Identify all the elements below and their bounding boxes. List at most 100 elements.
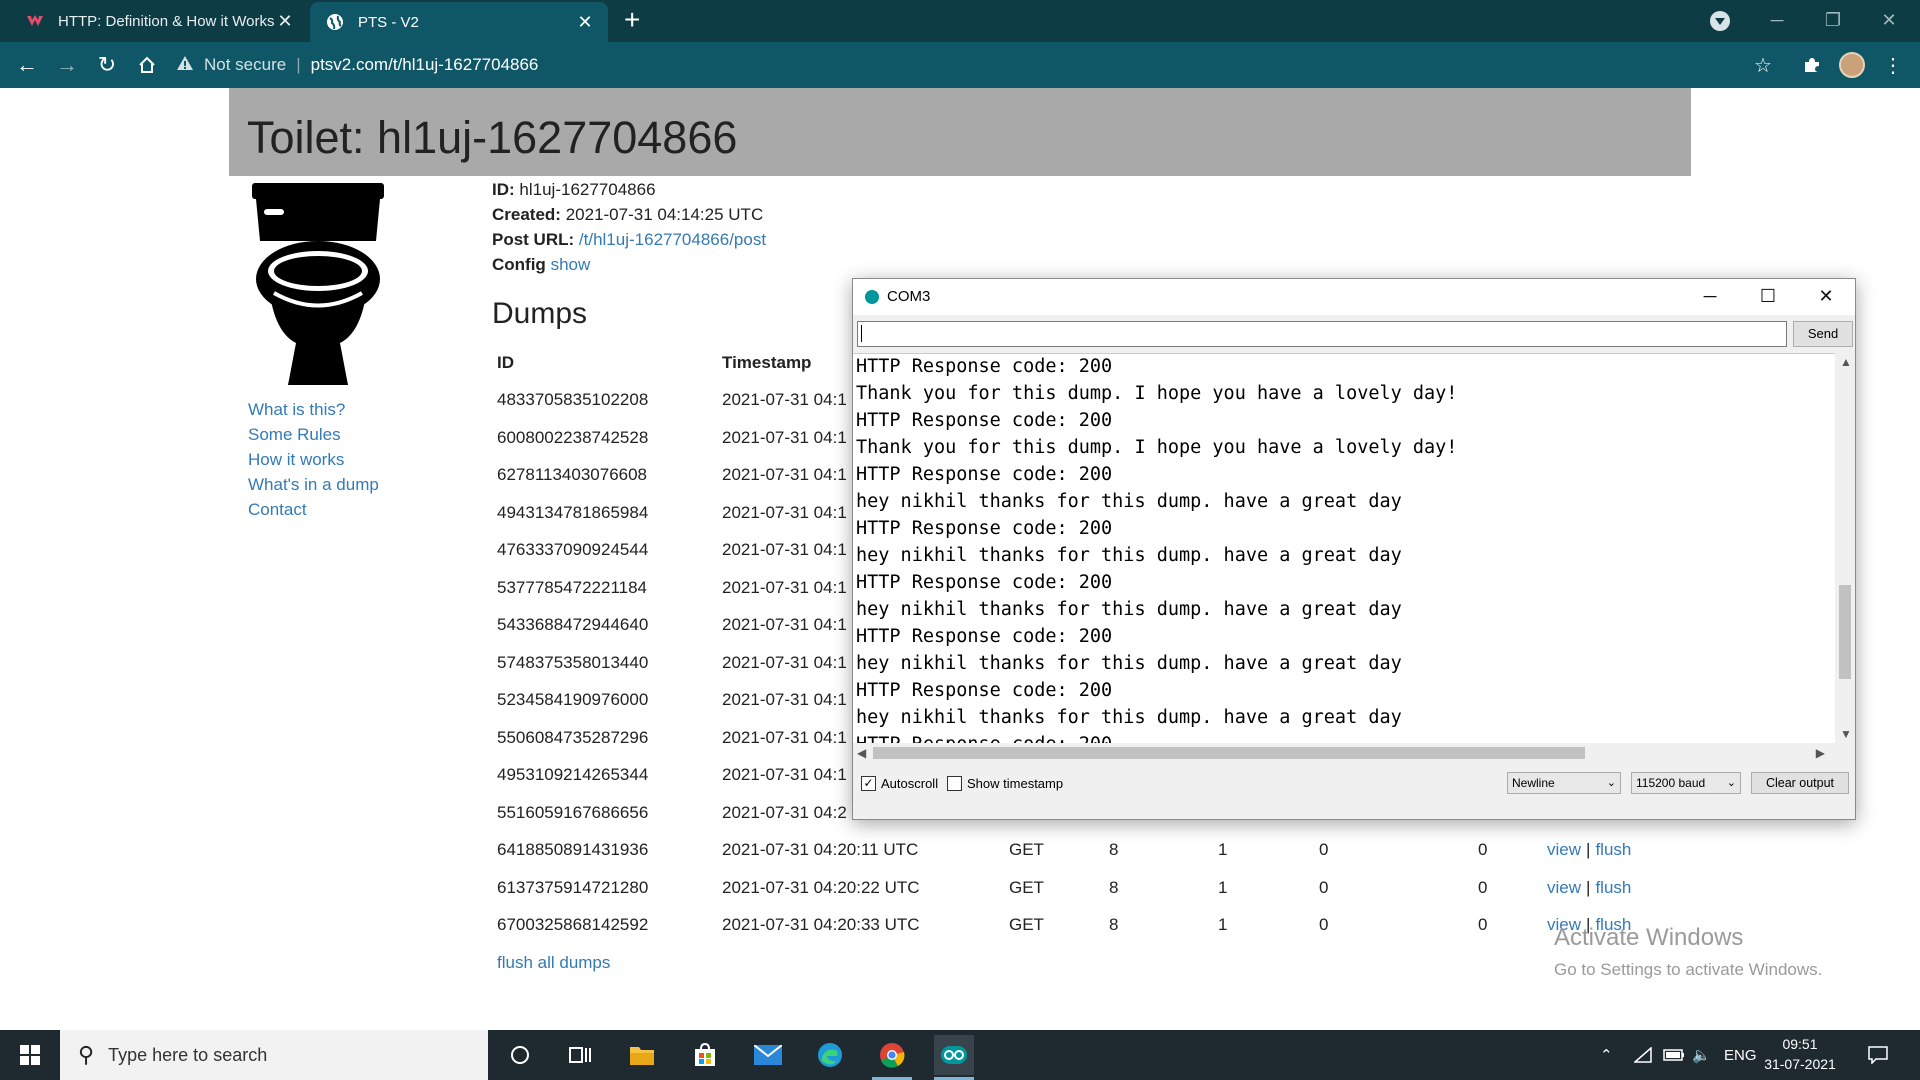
divider: | [296,55,301,74]
cell-id: 6700325868142592 [497,915,649,934]
scroll-up-icon[interactable]: ▲ [1840,355,1852,369]
dumps-heading: Dumps [492,297,588,330]
tab-label: PTS - V2 [358,13,419,31]
link-contact[interactable]: Contact [248,497,379,522]
network-icon[interactable] [1634,1030,1652,1080]
post-url-link[interactable]: /t/hl1uj-1627704866/post [579,230,766,249]
serial-maximize-icon[interactable]: ☐ [1739,279,1797,315]
profile-avatar[interactable] [1839,52,1865,78]
link-how-it-works[interactable]: How it works [248,447,379,472]
chevron-down-icon: ⌄ [1726,777,1736,789]
tab-pts-v2[interactable]: PTS - V2 ✕ [310,2,608,42]
scroll-down-icon[interactable]: ▼ [1840,727,1852,741]
cell-timestamp: 2021-07-31 04:1 [722,727,847,747]
serial-output-line: HTTP Response code: 200 [856,626,1113,647]
url-text[interactable]: ptsv2.com/t/hl1uj-1627704866 [311,55,539,75]
battery-icon[interactable] [1663,1030,1685,1080]
tab-http-definition[interactable]: HTTP: Definition & How it Works ✕ [10,0,308,42]
notifications-icon[interactable] [1868,1030,1888,1080]
address-bar[interactable]: Not secure | ptsv2.com/t/hl1uj-162770486… [176,48,1776,82]
edge-browser-icon[interactable] [810,1035,850,1075]
link-whats-in-a-dump[interactable]: What's in a dump [248,472,379,497]
security-label[interactable]: Not secure [204,55,286,75]
serial-output-line: hey nikhil thanks for this dump. have a … [856,545,1402,566]
taskbar-search[interactable]: ⚲ Type here to search [60,1030,488,1080]
link-separator: | [1586,840,1591,859]
chevron-down-icon: ⌄ [1606,777,1616,789]
search-placeholder: Type here to search [108,1044,268,1065]
horizontal-scrollbar[interactable]: ◀ ▶ [853,743,1835,763]
cell-actions: view | flush [1547,840,1631,860]
serial-send-input[interactable] [857,321,1787,347]
send-button[interactable]: Send [1793,321,1853,347]
volume-icon[interactable]: 🔈 [1692,1030,1711,1080]
view-link[interactable]: view [1547,840,1581,859]
serial-output-line: HTTP Response code: 200 [856,518,1113,539]
autoscroll-checkbox[interactable]: ✓ [861,776,876,791]
flush-link[interactable]: flush [1595,840,1631,859]
watermark-line1: Activate Windows [1554,924,1744,951]
cortana-icon[interactable] [500,1035,540,1075]
scroll-left-icon[interactable]: ◀ [857,746,866,760]
config-show-link[interactable]: show [551,255,591,274]
microsoft-store-icon[interactable] [685,1035,725,1075]
serial-titlebar[interactable]: COM3 ─ ☐ ✕ [853,279,1855,315]
file-explorer-icon[interactable] [622,1035,662,1075]
cell-id: 5516059167686656 [497,802,649,822]
baud-rate-value: 115200 baud [1636,776,1706,790]
clear-output-button[interactable]: Clear output [1751,772,1849,794]
forward-icon[interactable]: → [52,50,82,80]
show-hidden-icons[interactable]: ⌃ [1600,1030,1613,1080]
cell-timestamp: 2021-07-31 04:20:22 UTC [722,877,920,897]
baud-rate-select[interactable]: 115200 baud ⌄ [1631,772,1741,794]
col-header-timestamp: Timestamp [722,353,812,372]
task-view-icon[interactable] [560,1035,600,1075]
bookmark-star-icon[interactable]: ☆ [1750,52,1776,78]
vertical-scroll-thumb[interactable] [1839,585,1851,679]
cell-count-b: 1 [1218,877,1228,897]
meta-config: Config show [492,252,766,277]
tab-strip: HTTP: Definition & How it Works ✕ PTS - … [0,0,1920,42]
menu-kebab-icon[interactable]: ⋮ [1880,52,1906,78]
view-link[interactable]: view [1547,878,1581,897]
mail-icon[interactable] [748,1035,788,1075]
serial-minimize-icon[interactable]: ─ [1681,279,1739,315]
page-header: Toilet: hl1uj-1627704866 [229,88,1691,176]
taskbar-clock[interactable]: 09:51 31-07-2021 [1762,1034,1838,1074]
tab-search-icon[interactable] [1710,11,1730,31]
serial-output-line: HTTP Response code: 200 [856,464,1113,485]
restore-icon[interactable]: ❐ [1810,0,1856,42]
cell-timestamp: 2021-07-31 04:1 [722,390,847,409]
cell-id: 6008002238742528 [497,427,649,447]
activate-windows-watermark: Activate Windows Go to Settings to activ… [1554,924,1822,980]
minimize-icon[interactable]: ─ [1754,0,1800,42]
cell-method: GET [1009,915,1044,934]
close-tab-icon[interactable]: ✕ [574,12,596,33]
extensions-icon[interactable] [1799,52,1825,78]
chrome-icon[interactable] [872,1035,912,1080]
arduino-ide-icon[interactable] [934,1035,974,1080]
language-indicator[interactable]: ENG [1724,1030,1757,1080]
vertical-scrollbar[interactable]: ▲ ▼ [1835,353,1855,743]
scroll-right-icon[interactable]: ▶ [1816,746,1825,760]
close-window-icon[interactable]: ✕ [1866,0,1912,42]
cell-id: 6278113403076608 [497,465,648,484]
home-icon[interactable] [132,50,162,80]
flush-link[interactable]: flush [1595,878,1631,897]
serial-close-icon[interactable]: ✕ [1797,279,1855,315]
flush-all-dumps-link[interactable]: flush all dumps [497,953,610,973]
serial-output-line: HTTP Response code: 200 [856,572,1113,593]
link-what-is-this[interactable]: What is this? [248,397,379,422]
horizontal-scroll-thumb[interactable] [873,747,1585,759]
reload-icon[interactable]: ↻ [92,50,122,80]
show-timestamp-checkbox[interactable] [947,776,962,791]
meta-id-value: hl1uj-1627704866 [519,180,656,199]
new-tab-button[interactable]: + [624,6,640,34]
link-some-rules[interactable]: Some Rules [248,422,379,447]
cell-count-c: 0 [1319,840,1329,859]
windows-start-icon[interactable] [0,1030,60,1080]
close-tab-icon[interactable]: ✕ [274,11,296,32]
back-icon[interactable]: ← [12,50,42,80]
serial-output[interactable]: HTTP Response code: 200 Thank you for thi… [853,353,1855,743]
line-ending-select[interactable]: Newline ⌄ [1507,772,1621,794]
